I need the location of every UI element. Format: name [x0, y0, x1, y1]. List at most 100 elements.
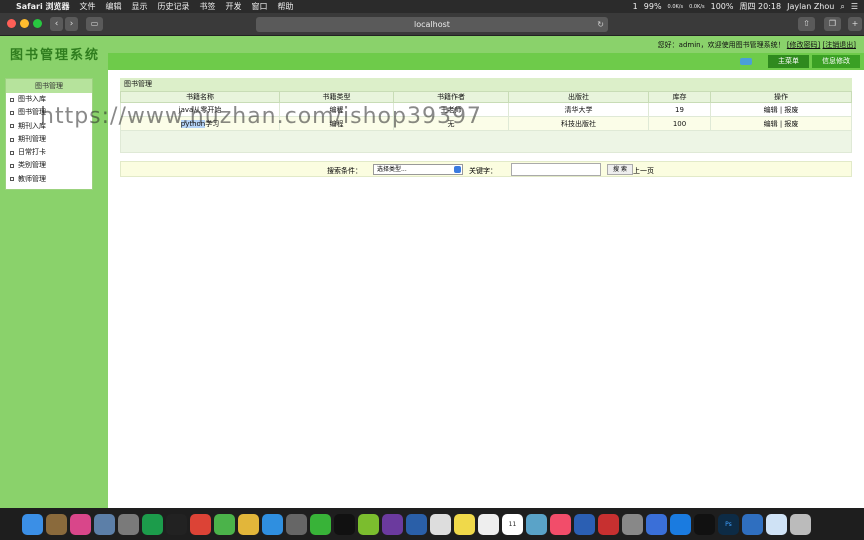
sidebar-item-journal-manage[interactable]: 期刊管理 — [6, 133, 92, 146]
new-tab-icon[interactable]: + — [848, 17, 862, 31]
reload-icon[interactable]: ↻ — [597, 17, 604, 32]
photos-icon[interactable] — [70, 513, 91, 535]
sidebar-menu: 图书管理 图书入库 图书管理 期刊入库 期刊管理 日常打卡 类别管理 教师管理 — [5, 78, 93, 190]
terminal-icon[interactable] — [286, 513, 307, 535]
menu-help[interactable]: 帮助 — [278, 1, 294, 12]
menu-edit[interactable]: 编辑 — [106, 1, 122, 12]
search-icon[interactable]: ⌕ — [840, 2, 844, 12]
forward-button[interactable]: › — [65, 17, 78, 31]
squirrel-icon[interactable] — [238, 513, 259, 535]
xcode-icon[interactable] — [406, 513, 427, 535]
photoshop-icon[interactable]: Ps — [718, 513, 739, 535]
calendar-day: 11 — [508, 520, 517, 528]
menu-bookmarks[interactable]: 书签 — [200, 1, 216, 12]
music-icon[interactable] — [550, 513, 571, 535]
type-select-value: 选择类型... — [377, 166, 407, 173]
trash-icon[interactable] — [790, 513, 811, 535]
textedit-icon[interactable] — [430, 513, 451, 535]
col-type: 书籍类型 — [279, 91, 394, 103]
cell-publisher: 科技出版社 — [508, 116, 649, 131]
tab-main-menu[interactable]: 主菜单 — [768, 55, 809, 68]
search-condition-label: 搜索条件： — [327, 167, 362, 175]
evernote-icon[interactable] — [214, 513, 235, 535]
toggle-icon[interactable] — [740, 58, 752, 65]
prev-page-link[interactable]: 上一页 — [633, 166, 654, 176]
separator: | — [779, 105, 783, 114]
remote-desktop-icon[interactable] — [598, 513, 619, 535]
bullet-icon — [10, 150, 14, 155]
stickies-icon[interactable] — [454, 513, 475, 535]
notification-badge[interactable]: 1 — [633, 2, 638, 11]
qq-icon-2[interactable] — [694, 513, 715, 535]
edit-link[interactable]: 编辑 — [764, 120, 778, 128]
scrap-link[interactable]: 报废 — [784, 120, 798, 128]
bullet-icon — [10, 164, 14, 169]
sidebar-item-category-manage[interactable]: 类别管理 — [6, 159, 92, 172]
address-bar[interactable]: localhost ↻ — [256, 17, 608, 32]
zoom-window-button[interactable] — [33, 19, 42, 28]
pycharm-icon[interactable] — [142, 513, 163, 535]
welcome-text: 您好：admin，欢迎使用图书管理系统！ — [657, 41, 785, 49]
finder-icon[interactable] — [22, 513, 43, 535]
launchpad-icon[interactable] — [118, 513, 139, 535]
menu-window[interactable]: 窗口 — [252, 1, 268, 12]
bullet-icon — [10, 177, 14, 182]
scrap-link[interactable]: 报废 — [784, 106, 798, 114]
intellij-icon[interactable] — [166, 513, 187, 535]
web-page: 图书管理系统 您好：admin，欢迎使用图书管理系统！ [修改密码] [注销退出… — [0, 36, 864, 508]
cell-stock: 19 — [648, 102, 711, 117]
type-select[interactable]: 选择类型... — [373, 164, 463, 175]
minimize-window-button[interactable] — [20, 19, 29, 28]
notes-icon[interactable] — [46, 513, 67, 535]
sidebar-item-daily-checkin[interactable]: 日常打卡 — [6, 146, 92, 159]
menu-list-icon[interactable]: ☰ — [851, 2, 858, 11]
sidebar-item-label: 教师管理 — [18, 174, 46, 183]
sidebar-item-label: 日常打卡 — [18, 148, 46, 157]
search-button[interactable]: 搜 索 — [607, 164, 633, 175]
clock[interactable]: 周四 20:18 — [739, 1, 781, 12]
separator: | — [779, 119, 783, 128]
calendar-icon[interactable]: 11 — [502, 513, 523, 535]
close-window-button[interactable] — [7, 19, 16, 28]
menu-view[interactable]: 显示 — [132, 1, 148, 12]
cell-stock: 100 — [648, 116, 711, 131]
sidebar-toggle-icon[interactable]: ▭ — [86, 17, 103, 31]
axure-rp-icon[interactable] — [382, 513, 403, 535]
bullet-icon — [10, 110, 14, 115]
menu-history[interactable]: 历史记录 — [158, 1, 190, 12]
tabs-overview-icon[interactable]: ❐ — [824, 17, 841, 31]
nav-tabs: 主菜单 信息修改 — [768, 55, 860, 68]
menu-develop[interactable]: 开发 — [226, 1, 242, 12]
sidebar-item-teacher-manage[interactable]: 教师管理 — [6, 173, 92, 186]
share-icon[interactable]: ⇧ — [798, 17, 815, 31]
user-name[interactable]: Jaylan Zhou — [787, 2, 834, 11]
net-down: 0.0K/s — [689, 3, 705, 10]
eclipse-icon[interactable] — [358, 513, 379, 535]
files-icon[interactable] — [766, 513, 787, 535]
menu-app-name[interactable]: Safari 浏览器 — [16, 1, 70, 12]
edit-link[interactable]: 编辑 — [764, 106, 778, 114]
qq-icon[interactable] — [334, 513, 355, 535]
reminders-icon[interactable] — [478, 513, 499, 535]
cell-publisher: 清华大学 — [508, 102, 649, 117]
chrome-icon[interactable] — [190, 513, 211, 535]
menu-file[interactable]: 文件 — [80, 1, 96, 12]
preview-icon[interactable] — [94, 513, 115, 535]
table-footer — [120, 131, 852, 153]
cell-actions: 编辑 | 报废 — [710, 116, 852, 131]
change-password-link[interactable]: [修改密码] — [787, 41, 820, 49]
word-icon[interactable] — [574, 513, 595, 535]
search-bar: 搜索条件： 选择类型... 关键字： 搜 索 上一页 — [120, 161, 852, 177]
back-button[interactable]: ‹ — [50, 17, 63, 31]
tab-info-edit[interactable]: 信息修改 — [812, 55, 860, 68]
keyword-input[interactable] — [511, 163, 601, 176]
baidu-netdisk-icon[interactable] — [646, 513, 667, 535]
teamviewer-icon[interactable] — [670, 513, 691, 535]
keyword-label: 关键字： — [469, 167, 497, 175]
system-preferences-icon[interactable] — [622, 513, 643, 535]
safari-icon[interactable] — [262, 513, 283, 535]
logout-link[interactable]: [注销退出] — [823, 41, 856, 49]
edge-icon[interactable] — [742, 513, 763, 535]
image-capture-icon[interactable] — [526, 513, 547, 535]
wechat-icon[interactable] — [310, 513, 331, 535]
